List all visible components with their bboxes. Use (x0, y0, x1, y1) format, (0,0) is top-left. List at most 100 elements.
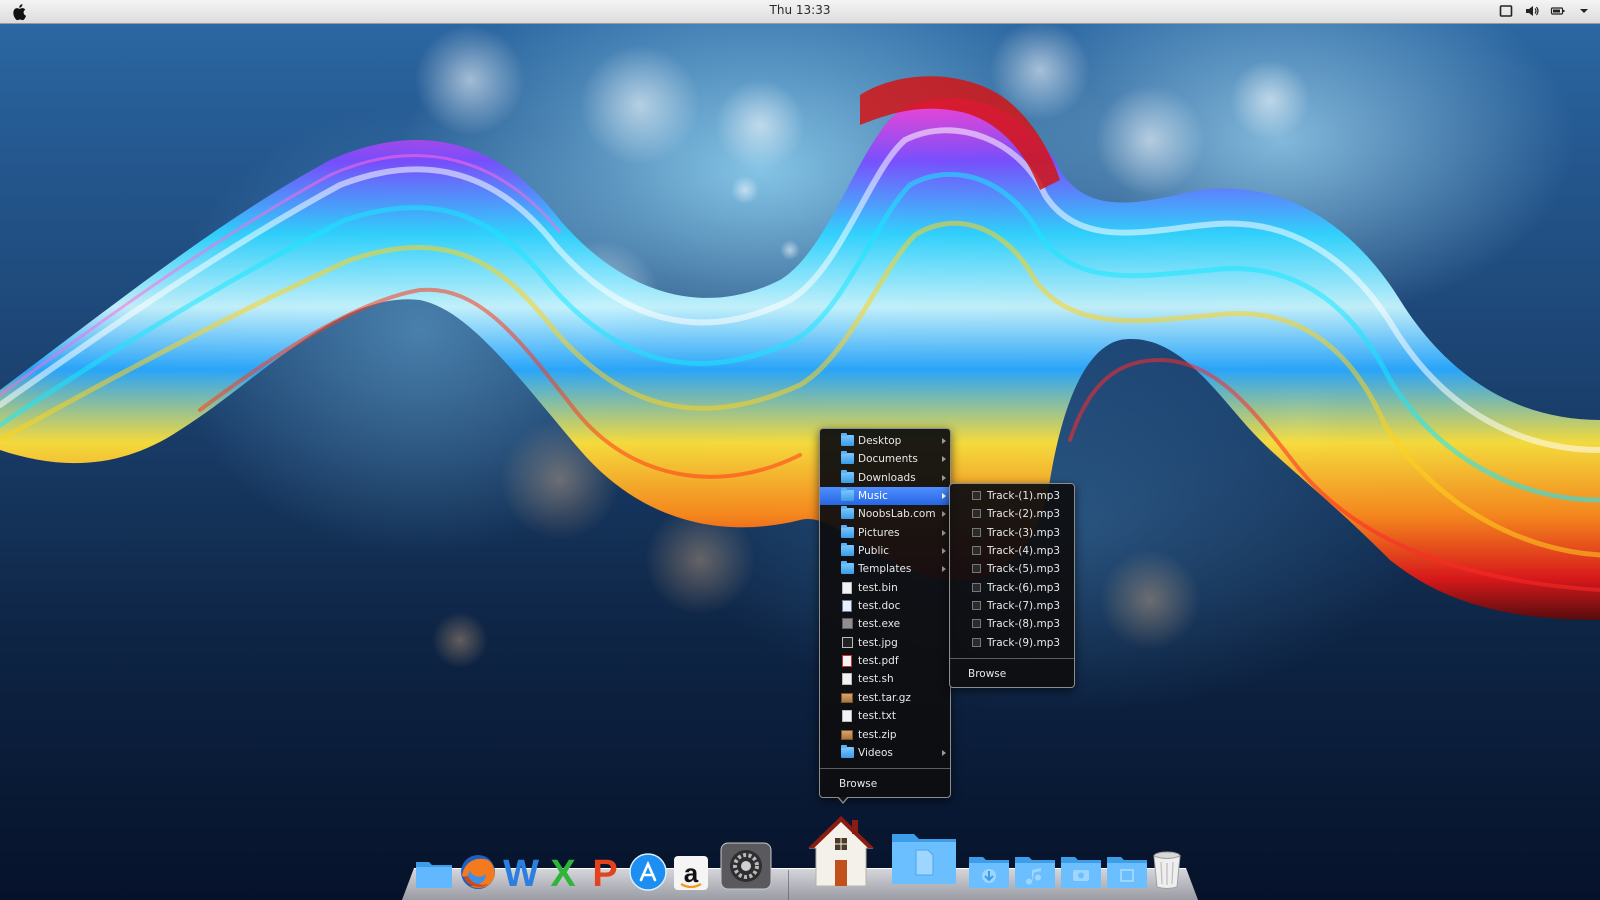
places-item-downloads[interactable]: Downloads (820, 469, 950, 487)
submenu-arrow-icon (942, 493, 946, 500)
svg-text:a: a (684, 858, 699, 888)
apple-icon[interactable] (10, 2, 30, 22)
places-item-desktop[interactable]: Desktop (820, 432, 950, 450)
videos-folder-icon[interactable] (1106, 854, 1148, 890)
places-item-label: test.sh (858, 673, 894, 686)
folder-icon (841, 561, 854, 575)
places-item-label: Pictures (858, 526, 900, 539)
pictures-folder-icon[interactable] (1060, 854, 1102, 890)
desktop-wallpaper (0, 0, 1600, 900)
places-item-videos[interactable]: Videos (820, 744, 950, 762)
music-track-label: Track-(2).mp3 (987, 508, 1061, 521)
folder-icon (841, 451, 854, 465)
places-item-test-doc[interactable]: test.doc (820, 597, 950, 615)
music-track-label: Track-(6).mp3 (987, 581, 1061, 594)
places-item-test-tar-gz[interactable]: test.tar.gz (820, 689, 950, 707)
audio-file-icon (972, 601, 981, 611)
submenu-arrow-icon (942, 548, 946, 555)
writer-icon[interactable]: W (500, 852, 542, 892)
places-item-music[interactable]: Music (820, 487, 950, 506)
firefox-icon[interactable] (458, 852, 498, 892)
places-item-templates[interactable]: Templates (820, 560, 950, 578)
places-item-test-pdf[interactable]: test.pdf (820, 652, 950, 670)
rainbow-ribbon-artwork (0, 20, 1600, 668)
submenu-arrow-icon (942, 456, 946, 463)
places-item-test-sh[interactable]: test.sh (820, 670, 950, 688)
file-icon (842, 710, 852, 723)
places-item-test-jpg[interactable]: test.jpg (820, 634, 950, 652)
home-folder-icon[interactable] (808, 812, 874, 890)
music-track-label: Track-(3).mp3 (987, 526, 1061, 539)
audio-file-icon (972, 527, 981, 537)
battery-icon[interactable] (1550, 3, 1566, 19)
top-panel: Thu 13:33 (0, 0, 1600, 24)
amazon-icon[interactable]: a (672, 852, 710, 892)
volume-icon[interactable] (1524, 3, 1540, 19)
dock-divider (788, 870, 789, 900)
audio-file-icon (972, 509, 981, 519)
menu-pointer-inner (838, 796, 848, 802)
music-track-item[interactable]: Track-(5).mp3 (950, 560, 1074, 578)
music-track-item[interactable]: Track-(3).mp3 (950, 524, 1074, 542)
places-item-label: Downloads (858, 471, 916, 484)
places-item-label: test.jpg (858, 636, 898, 649)
system-settings-icon[interactable] (720, 842, 772, 890)
music-track-item[interactable]: Track-(4).mp3 (950, 542, 1074, 560)
places-item-label: NoobsLab.com (858, 508, 936, 521)
folder-icon (841, 469, 854, 483)
submenu-arrow-icon (942, 749, 946, 756)
places-item-test-zip[interactable]: test.zip (820, 726, 950, 744)
music-track-label: Track-(1).mp3 (987, 490, 1061, 502)
panel-clock[interactable]: Thu 13:33 (740, 3, 860, 17)
places-item-label: test.zip (858, 728, 897, 741)
music-track-item[interactable]: Track-(6).mp3 (950, 579, 1074, 597)
menu-separator (950, 658, 1074, 660)
audio-file-icon (972, 637, 981, 647)
music-browse-item[interactable]: Browse (950, 665, 1074, 683)
places-menu: Desktop Documents Downloads Music NoobsLab.c… (819, 428, 951, 799)
downloads-folder-icon[interactable] (968, 854, 1010, 890)
music-track-item[interactable]: Track-(2).mp3 (950, 505, 1074, 523)
chevron-down-icon[interactable] (1576, 3, 1592, 19)
calc-icon[interactable]: X (544, 852, 582, 892)
svg-text:W: W (503, 853, 539, 892)
pdf-icon (842, 655, 852, 668)
impress-icon[interactable]: P (588, 852, 622, 892)
places-browse-item[interactable]: Browse (820, 775, 950, 793)
places-item-label: test.exe (858, 618, 901, 631)
music-track-item[interactable]: Track-(7).mp3 (950, 597, 1074, 615)
audio-file-icon (972, 546, 981, 556)
folder-icon (841, 543, 854, 557)
svg-text:P: P (592, 853, 617, 892)
places-item-public[interactable]: Public (820, 542, 950, 560)
submenu-arrow-icon (942, 511, 946, 518)
places-item-label: test.bin (858, 581, 898, 594)
places-item-documents[interactable]: Documents (820, 450, 950, 468)
music-track-item[interactable]: Track-(9).mp3 (950, 634, 1074, 652)
music-track-item[interactable]: Track-(8).mp3 (950, 615, 1074, 633)
places-item-test-exe[interactable]: test.exe (820, 615, 950, 633)
audio-file-icon (972, 582, 981, 592)
music-track-item[interactable]: Track-(1).mp3 (950, 487, 1074, 505)
trash-icon[interactable] (1152, 850, 1182, 890)
submenu-arrow-icon (942, 529, 946, 536)
music-folder-icon[interactable] (1014, 854, 1056, 890)
submenu-arrow-icon (942, 438, 946, 444)
places-item-test-txt[interactable]: test.txt (820, 707, 950, 725)
file-icon (842, 581, 852, 594)
music-track-label: Track-(8).mp3 (987, 618, 1061, 631)
places-item-test-bin[interactable]: test.bin (820, 579, 950, 597)
folder-icon (841, 433, 854, 446)
files-icon[interactable] (414, 857, 454, 890)
submenu-arrow-icon (942, 566, 946, 573)
documents-folder-icon[interactable] (890, 830, 958, 886)
archive-icon (841, 729, 853, 740)
audio-file-icon (972, 564, 981, 574)
svg-text:X: X (550, 853, 576, 892)
music-track-label: Track-(5).mp3 (987, 563, 1061, 576)
places-item-pictures[interactable]: Pictures (820, 524, 950, 542)
places-item-noobslab-com[interactable]: NoobsLab.com (820, 505, 950, 523)
music-track-label: Track-(7).mp3 (987, 600, 1061, 613)
app-store-icon[interactable] (628, 852, 668, 892)
screen-icon[interactable] (1498, 3, 1514, 19)
